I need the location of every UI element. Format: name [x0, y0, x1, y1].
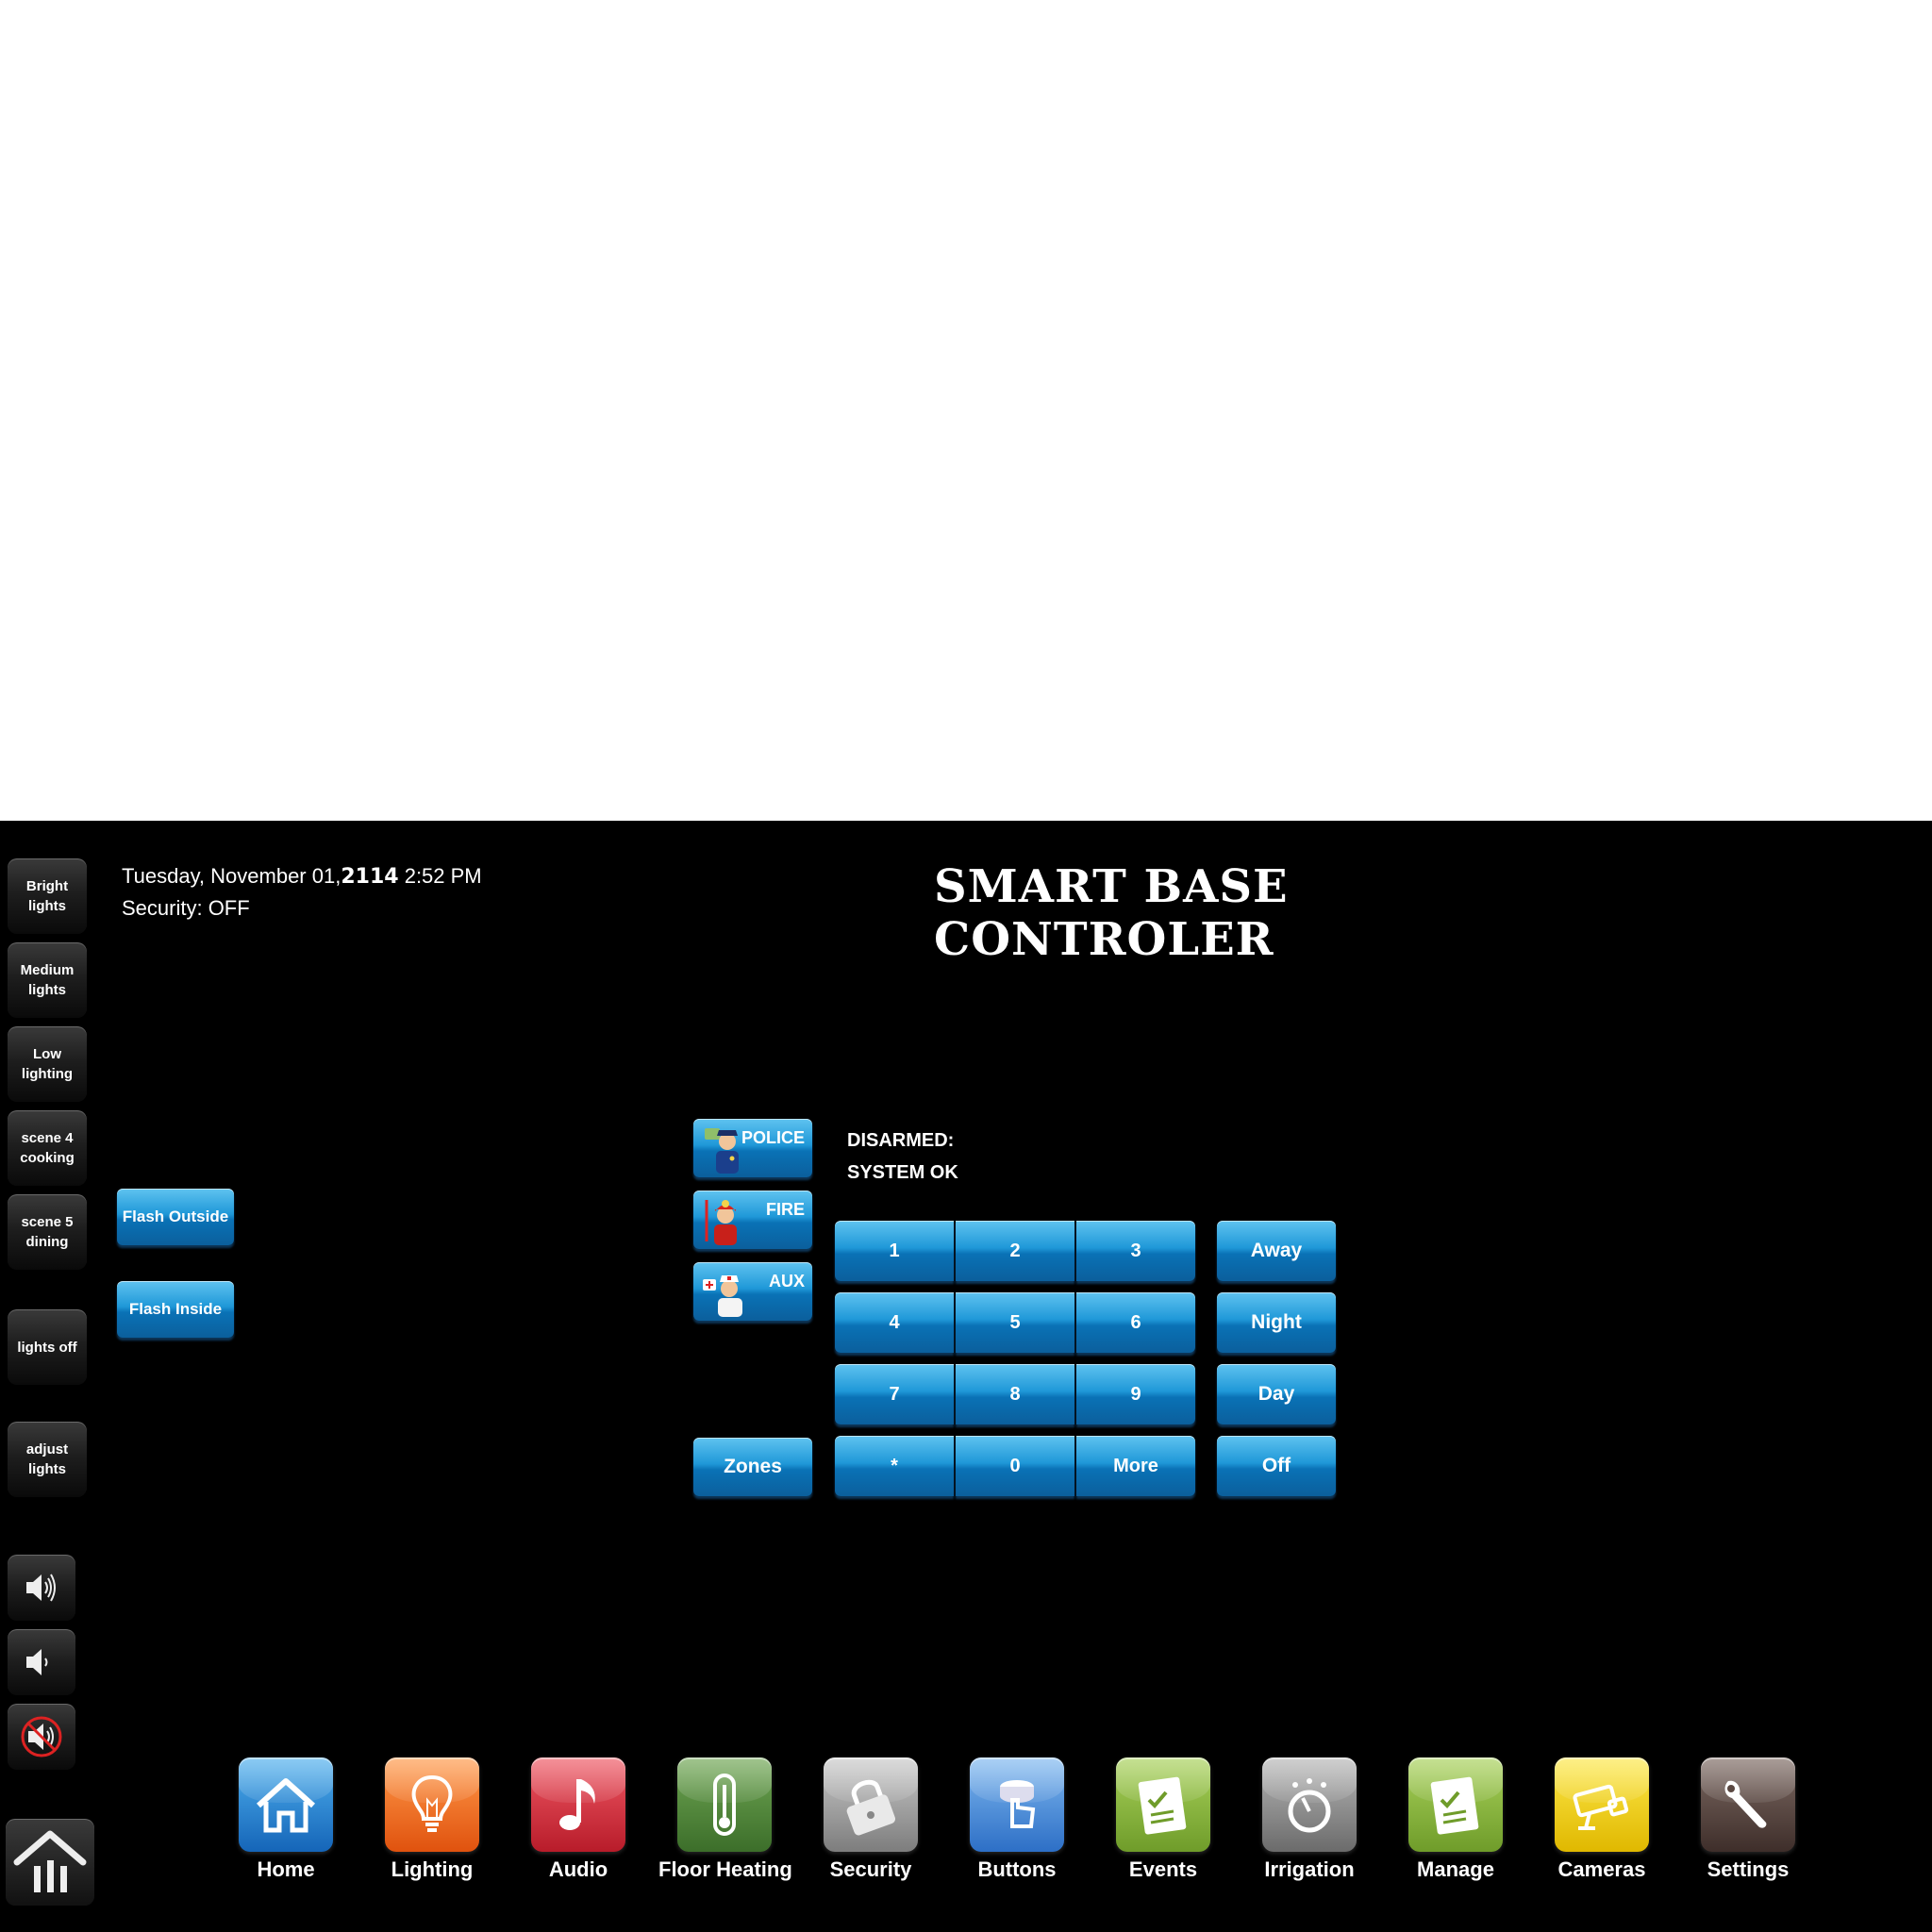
keypad-key-5[interactable]: 5 — [956, 1292, 1074, 1353]
padlock-icon — [846, 1779, 896, 1836]
checklist-icon — [1430, 1776, 1479, 1835]
lighting-icon-tile — [385, 1757, 479, 1852]
nav-irrigation[interactable]: Irrigation — [1243, 1757, 1375, 1882]
time-text: 2:52 PM — [404, 864, 482, 888]
fire-label: FIRE — [765, 1200, 805, 1219]
nav-label-cameras: Cameras — [1557, 1857, 1646, 1881]
police-button[interactable]: POLICE — [693, 1119, 812, 1177]
flash-inside-button[interactable]: Flash Inside — [117, 1281, 234, 1338]
year-text: 2114 — [341, 865, 399, 889]
nav-label-buttons: Buttons — [977, 1857, 1057, 1881]
date-text: Tuesday, November 01, — [122, 864, 341, 888]
volume-mute-icon — [21, 1716, 62, 1757]
arm-away-button[interactable]: Away — [1217, 1221, 1336, 1281]
keypad-key-2[interactable]: 2 — [956, 1221, 1074, 1281]
nav-label-irrigation: Irrigation — [1264, 1857, 1355, 1881]
security-status-text: Security: OFF — [122, 896, 250, 920]
date-time-line: Tuesday, November 01,2114 2:52 PM — [122, 860, 482, 892]
nav-lighting[interactable]: Lighting — [366, 1757, 498, 1882]
datetime-status: Tuesday, November 01,2114 2:52 PM Securi… — [122, 860, 482, 924]
nav-label-manage: Manage — [1417, 1857, 1494, 1881]
lightbulb-icon — [411, 1774, 453, 1832]
button-press-icon — [1000, 1780, 1036, 1828]
page-title: SMART BASE CONTROLER — [934, 860, 1289, 966]
system-state-text: SYSTEM OK — [847, 1162, 958, 1183]
nav-label-events: Events — [1128, 1857, 1198, 1881]
keypad-key-7[interactable]: 7 — [835, 1364, 954, 1424]
keypad-key-9[interactable]: 9 — [1076, 1364, 1195, 1424]
house-logo-icon — [13, 1830, 87, 1892]
firefighter-icon — [705, 1200, 737, 1245]
nav-floor-heating[interactable]: Floor Heating — [658, 1757, 792, 1882]
volume-down-icon — [26, 1649, 48, 1675]
checklist-icon — [1138, 1776, 1187, 1835]
aux-label: AUX — [768, 1272, 805, 1291]
floor-heating-icon-tile — [677, 1757, 772, 1852]
settings-icon-tile — [1701, 1757, 1795, 1852]
scene-dining-button[interactable]: scene 5 dining — [8, 1194, 87, 1270]
buttons-icon-tile — [970, 1757, 1064, 1852]
nav-buttons[interactable]: Buttons — [951, 1757, 1083, 1882]
thermometer-icon — [713, 1774, 736, 1836]
scene-bright-lights-button[interactable]: Bright lights — [8, 858, 87, 934]
keypad-key-3[interactable]: 3 — [1076, 1221, 1195, 1281]
nav-settings[interactable]: Settings — [1682, 1757, 1814, 1882]
security-icon-tile — [824, 1757, 918, 1852]
home-icon-tile — [239, 1757, 333, 1852]
keypad-more-button[interactable]: More — [1076, 1436, 1195, 1496]
wrench-icon — [1724, 1780, 1767, 1828]
flash-outside-button[interactable]: Flash Outside — [117, 1189, 234, 1245]
scene-cooking-button[interactable]: scene 4 cooking — [8, 1110, 87, 1186]
control-panel: Bright lights Medium lights Low lighting… — [0, 821, 1932, 1932]
nav-cameras[interactable]: Cameras — [1536, 1757, 1668, 1882]
home-logo-button[interactable] — [6, 1819, 94, 1906]
camera-icon — [1573, 1784, 1629, 1830]
events-icon-tile — [1116, 1757, 1210, 1852]
irrigation-icon-tile — [1262, 1757, 1357, 1852]
nav-label-floor-heating: Floor Heating — [658, 1857, 792, 1881]
arm-night-button[interactable]: Night — [1217, 1292, 1336, 1353]
volume-mute-button[interactable] — [8, 1704, 75, 1770]
audio-icon-tile — [531, 1757, 625, 1852]
nav-home[interactable]: Home — [220, 1757, 352, 1882]
home-icon — [256, 1778, 316, 1833]
nav-label-lighting: Lighting — [391, 1857, 474, 1881]
keypad-key-6[interactable]: 6 — [1076, 1292, 1195, 1353]
nav-label-security: Security — [829, 1857, 912, 1881]
scene-medium-lights-button[interactable]: Medium lights — [8, 942, 87, 1018]
music-note-icon — [559, 1779, 595, 1830]
scene-low-lighting-button[interactable]: Low lighting — [8, 1026, 87, 1102]
police-officer-icon — [705, 1128, 739, 1174]
nav-audio[interactable]: Audio — [512, 1757, 644, 1882]
keypad-key-star[interactable]: * — [835, 1436, 954, 1496]
arm-day-button[interactable]: Day — [1217, 1364, 1336, 1424]
volume-up-icon — [26, 1574, 56, 1602]
volume-up-button[interactable] — [8, 1555, 75, 1621]
manage-icon-tile — [1408, 1757, 1503, 1852]
disarm-off-button[interactable]: Off — [1217, 1436, 1336, 1496]
nav-security[interactable]: Security — [805, 1757, 937, 1882]
nav-label-home: Home — [257, 1857, 315, 1881]
cameras-icon-tile — [1555, 1757, 1649, 1852]
nav-manage[interactable]: Manage — [1390, 1757, 1522, 1882]
keypad-key-4[interactable]: 4 — [835, 1292, 954, 1353]
alarm-status: DISARMED: SYSTEM OK — [847, 1124, 958, 1189]
sprinkler-icon — [1288, 1778, 1331, 1833]
police-label: POLICE — [741, 1128, 805, 1147]
lights-off-button[interactable]: lights off — [8, 1309, 87, 1385]
keypad-key-1[interactable]: 1 — [835, 1221, 954, 1281]
aux-button[interactable]: AUX — [693, 1262, 812, 1321]
nav-events[interactable]: Events — [1097, 1757, 1229, 1882]
keypad-key-8[interactable]: 8 — [956, 1364, 1074, 1424]
nav-label-settings: Settings — [1707, 1857, 1790, 1881]
keypad-key-0[interactable]: 0 — [956, 1436, 1074, 1496]
alarm-state-text: DISARMED: — [847, 1130, 955, 1151]
volume-down-button[interactable] — [8, 1629, 75, 1695]
adjust-lights-button[interactable]: adjust lights — [8, 1422, 87, 1497]
medic-icon — [703, 1275, 742, 1317]
fire-button[interactable]: FIRE — [693, 1191, 812, 1249]
nav-label-audio: Audio — [548, 1857, 608, 1881]
zones-button[interactable]: Zones — [693, 1438, 812, 1496]
